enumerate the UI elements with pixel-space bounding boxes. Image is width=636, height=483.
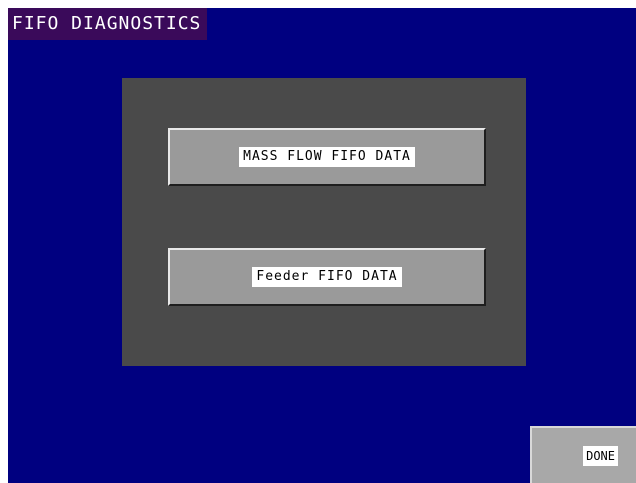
diagnostics-screen: FIFO DIAGNOSTICS MASS FLOW FIFO DATA Fee… bbox=[8, 8, 636, 483]
done-label: DONE bbox=[583, 445, 618, 466]
feeder-fifo-data-button[interactable]: Feeder FIFO DATA bbox=[168, 248, 486, 306]
feeder-fifo-data-label: Feeder FIFO DATA bbox=[252, 267, 402, 287]
fifo-menu-panel: MASS FLOW FIFO DATA Feeder FIFO DATA bbox=[122, 78, 526, 366]
done-button[interactable]: DONE bbox=[530, 426, 636, 483]
screen-title: FIFO DIAGNOSTICS bbox=[8, 8, 208, 40]
mass-flow-fifo-data-label: MASS FLOW FIFO DATA bbox=[239, 147, 415, 167]
mass-flow-fifo-data-button[interactable]: MASS FLOW FIFO DATA bbox=[168, 128, 486, 186]
